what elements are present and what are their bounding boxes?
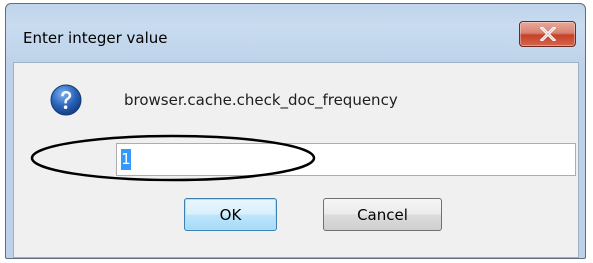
dialog-title: Enter integer value: [23, 29, 168, 47]
dialog-window: Enter integer value browser.cache.check_…: [5, 3, 586, 259]
close-x-icon: [540, 27, 556, 41]
cancel-button[interactable]: Cancel: [323, 198, 442, 231]
question-icon: [50, 84, 82, 116]
title-bar[interactable]: Enter integer value: [6, 4, 585, 62]
integer-value-input[interactable]: [116, 143, 576, 176]
close-button[interactable]: [519, 21, 576, 47]
preference-name: browser.cache.check_doc_frequency: [124, 91, 398, 109]
ok-button[interactable]: OK: [184, 198, 277, 231]
dialog-body: browser.cache.check_doc_frequency 1 OK C…: [13, 62, 579, 258]
